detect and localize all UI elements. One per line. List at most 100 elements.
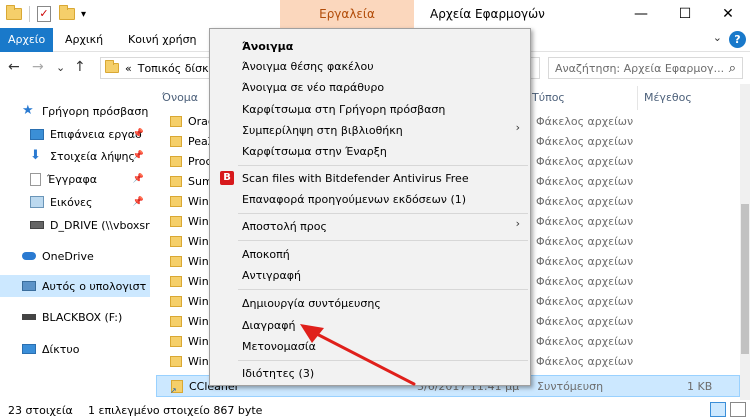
nav-item-quick-access[interactable]: ★ Γρήγορη πρόσβαση bbox=[0, 100, 150, 122]
menu-item-pin-quick-access[interactable]: Καρφίτσωμα στη Γρήγορη πρόσβαση bbox=[242, 103, 445, 116]
nav-item-this-pc[interactable]: Αυτός ο υπολογιστ bbox=[0, 275, 150, 297]
tab-share[interactable]: Κοινή χρήση bbox=[128, 28, 197, 52]
search-icon[interactable]: ⌕ bbox=[729, 61, 736, 76]
file-type: Φάκελος αρχείων bbox=[536, 215, 634, 228]
large-icons-view-icon[interactable] bbox=[730, 402, 746, 417]
back-arrow-icon[interactable]: ← bbox=[8, 59, 20, 75]
nav-item-pictures[interactable]: Εικόνες 📌 bbox=[0, 191, 150, 213]
folder-icon bbox=[170, 196, 182, 207]
breadcrumb[interactable]: Τοπικός δίσκο bbox=[138, 62, 216, 75]
menu-divider bbox=[238, 213, 528, 214]
nav-item-onedrive[interactable]: OneDrive bbox=[0, 245, 150, 267]
status-bar: 23 στοιχεία 1 επιλεγμένο στοιχείο 867 by… bbox=[0, 400, 750, 420]
onedrive-icon bbox=[22, 252, 36, 260]
file-type: Φάκελος αρχείων bbox=[536, 315, 634, 328]
column-header-size[interactable]: Μέγεθος bbox=[638, 86, 740, 110]
column-header-type[interactable]: Τύπος bbox=[526, 86, 638, 110]
file-name: Win bbox=[188, 255, 209, 268]
folder-icon[interactable] bbox=[6, 5, 22, 20]
menu-item-restore-versions[interactable]: Επαναφορά προηγούμενων εκδόσεων (1) bbox=[242, 193, 466, 206]
recent-locations-icon[interactable]: ⌄ bbox=[56, 61, 65, 74]
customize-toolbar-dropdown-icon[interactable]: ▾ bbox=[81, 9, 86, 20]
file-type: Φάκελος αρχείων bbox=[536, 195, 634, 208]
close-button[interactable]: ✕ bbox=[706, 0, 750, 28]
item-count: 23 στοιχεία bbox=[8, 404, 73, 417]
title-bar: ✓ ▾ Εργαλεία συντομεύσεων Αρχεία Εφαρμογ… bbox=[0, 0, 750, 49]
menu-divider bbox=[238, 165, 528, 166]
window-title: Αρχεία Εφαρμογών bbox=[430, 7, 545, 21]
menu-item-open-new-window[interactable]: Άνοιγμα σε νέο παράθυρο bbox=[242, 81, 384, 94]
context-menu: Άνοιγμα Άνοιγμα θέσης φακέλου Άνοιγμα σε… bbox=[209, 28, 531, 386]
network-drive-icon bbox=[30, 221, 44, 229]
download-icon: ⬇ bbox=[30, 148, 41, 163]
divider bbox=[29, 6, 30, 22]
nav-item-network[interactable]: Δίκτυο bbox=[0, 338, 150, 360]
nav-item-d-drive[interactable]: D_DRIVE (\\vboxsrv) bbox=[0, 214, 150, 236]
nav-item-label: Γρήγορη πρόσβαση bbox=[42, 104, 149, 118]
forward-arrow-icon[interactable]: → bbox=[32, 59, 44, 75]
menu-item-open[interactable]: Άνοιγμα bbox=[242, 40, 293, 53]
folder-icon bbox=[170, 216, 182, 227]
nav-item-label: Εικόνες bbox=[50, 195, 93, 209]
menu-item-delete[interactable]: Διαγραφή bbox=[242, 319, 295, 332]
tab-home[interactable]: Αρχική bbox=[65, 28, 103, 52]
file-name: Win bbox=[188, 235, 209, 248]
expand-ribbon-chevron-icon[interactable]: ⌄ bbox=[713, 31, 722, 44]
folder-icon bbox=[170, 116, 182, 127]
folder-icon bbox=[170, 356, 182, 367]
file-type: Φάκελος αρχείων bbox=[536, 295, 634, 308]
nav-item-blackbox[interactable]: BLACKBOX (F:) bbox=[0, 306, 150, 328]
menu-divider bbox=[238, 240, 528, 241]
submenu-chevron-icon: › bbox=[515, 217, 520, 230]
vertical-scrollbar[interactable] bbox=[740, 84, 750, 400]
menu-item-properties[interactable]: Ιδιότητες (3) bbox=[242, 367, 314, 380]
menu-item-cut[interactable]: Αποκοπή bbox=[242, 248, 290, 261]
minimize-button[interactable]: — bbox=[619, 0, 663, 28]
menu-item-rename[interactable]: Μετονομασία bbox=[242, 340, 316, 353]
breadcrumb-overflow[interactable]: « bbox=[125, 62, 132, 75]
details-view-icon[interactable] bbox=[710, 402, 726, 417]
folder-icon bbox=[170, 236, 182, 247]
nav-item-label: D_DRIVE (\\vboxsrv) bbox=[50, 218, 150, 232]
pin-icon: 📌 bbox=[132, 174, 144, 184]
folder-icon bbox=[170, 256, 182, 267]
help-icon[interactable]: ? bbox=[729, 31, 746, 48]
menu-item-bitdefender-scan[interactable]: Scan files with Bitdefender Antivirus Fr… bbox=[242, 172, 469, 185]
up-arrow-icon[interactable]: ↑ bbox=[74, 59, 86, 75]
file-type: Φάκελος αρχείων bbox=[536, 255, 634, 268]
navigation-pane: ★ Γρήγορη πρόσβαση Επιφάνεια εργασ 📌 ⬇ Σ… bbox=[0, 84, 150, 400]
new-folder-icon[interactable] bbox=[59, 5, 75, 20]
scrollbar-thumb[interactable] bbox=[741, 204, 749, 354]
menu-item-copy[interactable]: Αντιγραφή bbox=[242, 269, 301, 282]
menu-item-send-to[interactable]: Αποστολή προς bbox=[242, 220, 327, 233]
file-name: Win bbox=[188, 355, 209, 368]
menu-item-pin-start[interactable]: Καρφίτσωμα στην Έναρξη bbox=[242, 145, 387, 158]
desktop-icon bbox=[30, 128, 44, 140]
file-name: Win bbox=[188, 275, 209, 288]
star-icon: ★ bbox=[22, 103, 34, 118]
properties-check-icon[interactable]: ✓ bbox=[37, 6, 51, 22]
pin-icon: 📌 bbox=[132, 129, 144, 139]
file-name: Win bbox=[188, 315, 209, 328]
folder-icon bbox=[170, 156, 182, 167]
nav-item-downloads[interactable]: ⬇ Στοιχεία λήψης 📌 bbox=[0, 145, 150, 167]
file-name: Win bbox=[188, 195, 209, 208]
search-input[interactable]: Αναζήτηση: Αρχεία Εφαρμογ... ⌕ bbox=[548, 57, 743, 79]
bitdefender-icon: B bbox=[220, 171, 234, 185]
shortcut-tools-tab[interactable]: Εργαλεία συντομεύσεων bbox=[280, 0, 414, 49]
menu-item-open-location[interactable]: Άνοιγμα θέσης φακέλου bbox=[242, 60, 374, 73]
nav-item-label: Δίκτυο bbox=[42, 342, 80, 356]
file-type: Φάκελος αρχείων bbox=[536, 355, 634, 368]
shortcut-icon bbox=[170, 380, 183, 395]
selection-info: 1 επιλεγμένο στοιχείο 867 byte bbox=[88, 404, 263, 417]
nav-item-desktop[interactable]: Επιφάνεια εργασ 📌 bbox=[0, 123, 150, 145]
folder-icon bbox=[170, 276, 182, 287]
usb-drive-icon bbox=[22, 314, 36, 320]
maximize-button[interactable]: ☐ bbox=[663, 0, 707, 28]
nav-item-label: Επιφάνεια εργασ bbox=[50, 127, 143, 141]
menu-item-create-shortcut[interactable]: Δημιουργία συντόμευσης bbox=[242, 297, 381, 310]
nav-item-documents[interactable]: Έγγραφα 📌 bbox=[0, 168, 150, 190]
menu-item-include-library[interactable]: Συμπερίληψη στη βιβλιοθήκη bbox=[242, 124, 403, 137]
tab-file[interactable]: Αρχείο bbox=[0, 28, 54, 52]
pictures-icon bbox=[30, 196, 44, 208]
